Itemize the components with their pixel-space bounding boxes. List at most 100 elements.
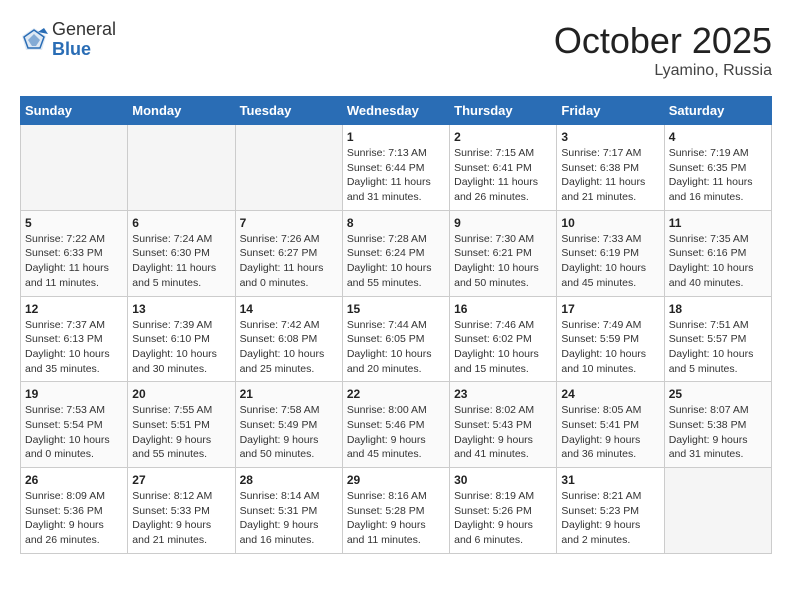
day-info: Sunrise: 7:30 AM Sunset: 6:21 PM Dayligh… <box>454 232 552 291</box>
calendar-cell: 19 Sunrise: 7:53 AM Sunset: 5:54 PM Dayli… <box>21 382 128 468</box>
day-number: 21 <box>240 387 338 401</box>
day-info: Sunrise: 7:15 AM Sunset: 6:41 PM Dayligh… <box>454 146 552 205</box>
day-info: Sunrise: 8:02 AM Sunset: 5:43 PM Dayligh… <box>454 403 552 462</box>
weekday-header: Friday <box>557 97 664 125</box>
calendar-cell: 23 Sunrise: 8:02 AM Sunset: 5:43 PM Dayli… <box>450 382 557 468</box>
calendar-cell: 2Sunrise: 7:15 AM Sunset: 6:41 PM Daylig… <box>450 125 557 211</box>
day-info: Sunrise: 8:19 AM Sunset: 5:26 PM Dayligh… <box>454 489 552 548</box>
logo: General Blue <box>20 20 116 60</box>
day-info: Sunrise: 8:16 AM Sunset: 5:28 PM Dayligh… <box>347 489 445 548</box>
page-header: General Blue October 2025 Lyamino, Russi… <box>20 20 772 80</box>
calendar-cell: 15 Sunrise: 7:44 AM Sunset: 6:05 PM Dayli… <box>342 296 449 382</box>
day-number: 29 <box>347 473 445 487</box>
calendar-cell: 30Sunrise: 8:19 AM Sunset: 5:26 PM Dayli… <box>450 468 557 554</box>
day-number: 23 <box>454 387 552 401</box>
day-info: Sunrise: 8:00 AM Sunset: 5:46 PM Dayligh… <box>347 403 445 462</box>
day-info: Sunrise: 8:09 AM Sunset: 5:36 PM Dayligh… <box>25 489 123 548</box>
calendar-cell: 13Sunrise: 7:39 AM Sunset: 6:10 PM Dayli… <box>128 296 235 382</box>
day-info: Sunrise: 7:44 AM Sunset: 6:05 PM Dayligh… <box>347 318 445 377</box>
calendar-cell: 18Sunrise: 7:51 AM Sunset: 5:57 PM Dayli… <box>664 296 771 382</box>
day-number: 31 <box>561 473 659 487</box>
day-info: Sunrise: 7:42 AM Sunset: 6:08 PM Dayligh… <box>240 318 338 377</box>
calendar-cell: 31 Sunrise: 8:21 AM Sunset: 5:23 PM Dayli… <box>557 468 664 554</box>
calendar-cell: 8Sunrise: 7:28 AM Sunset: 6:24 PM Daylig… <box>342 210 449 296</box>
day-info: Sunrise: 8:05 AM Sunset: 5:41 PM Dayligh… <box>561 403 659 462</box>
day-number: 3 <box>561 130 659 144</box>
calendar-week-row: 26 Sunrise: 8:09 AM Sunset: 5:36 PM Dayli… <box>21 468 772 554</box>
day-info: Sunrise: 7:17 AM Sunset: 6:38 PM Dayligh… <box>561 146 659 205</box>
calendar-cell: 20Sunrise: 7:55 AM Sunset: 5:51 PM Dayli… <box>128 382 235 468</box>
calendar-cell: 11 Sunrise: 7:35 AM Sunset: 6:16 PM Dayli… <box>664 210 771 296</box>
day-info: Sunrise: 7:24 AM Sunset: 6:30 PM Dayligh… <box>132 232 230 291</box>
day-info: Sunrise: 7:22 AM Sunset: 6:33 PM Dayligh… <box>25 232 123 291</box>
calendar-cell: 6 Sunrise: 7:24 AM Sunset: 6:30 PM Daylig… <box>128 210 235 296</box>
calendar-cell <box>128 125 235 211</box>
day-number: 7 <box>240 216 338 230</box>
day-number: 24 <box>561 387 659 401</box>
day-number: 12 <box>25 302 123 316</box>
day-info: Sunrise: 7:35 AM Sunset: 6:16 PM Dayligh… <box>669 232 767 291</box>
day-info: Sunrise: 7:46 AM Sunset: 6:02 PM Dayligh… <box>454 318 552 377</box>
day-number: 1 <box>347 130 445 144</box>
day-info: Sunrise: 7:13 AM Sunset: 6:44 PM Dayligh… <box>347 146 445 205</box>
day-number: 6 <box>132 216 230 230</box>
day-number: 17 <box>561 302 659 316</box>
logo-general-text: General <box>52 20 116 40</box>
calendar-cell: 26 Sunrise: 8:09 AM Sunset: 5:36 PM Dayli… <box>21 468 128 554</box>
day-info: Sunrise: 8:14 AM Sunset: 5:31 PM Dayligh… <box>240 489 338 548</box>
weekday-header: Sunday <box>21 97 128 125</box>
logo-icon <box>20 26 48 54</box>
day-info: Sunrise: 7:53 AM Sunset: 5:54 PM Dayligh… <box>25 403 123 462</box>
day-info: Sunrise: 7:49 AM Sunset: 5:59 PM Dayligh… <box>561 318 659 377</box>
calendar-week-row: 12Sunrise: 7:37 AM Sunset: 6:13 PM Dayli… <box>21 296 772 382</box>
calendar-cell: 12Sunrise: 7:37 AM Sunset: 6:13 PM Dayli… <box>21 296 128 382</box>
calendar-table: SundayMondayTuesdayWednesdayThursdayFrid… <box>20 96 772 554</box>
calendar-cell: 9 Sunrise: 7:30 AM Sunset: 6:21 PM Daylig… <box>450 210 557 296</box>
calendar-week-row: 5 Sunrise: 7:22 AM Sunset: 6:33 PM Daylig… <box>21 210 772 296</box>
calendar-cell: 21Sunrise: 7:58 AM Sunset: 5:49 PM Dayli… <box>235 382 342 468</box>
weekday-header: Tuesday <box>235 97 342 125</box>
calendar-cell: 16 Sunrise: 7:46 AM Sunset: 6:02 PM Dayli… <box>450 296 557 382</box>
logo-text: General Blue <box>52 20 116 60</box>
day-number: 19 <box>25 387 123 401</box>
day-info: Sunrise: 7:19 AM Sunset: 6:35 PM Dayligh… <box>669 146 767 205</box>
day-number: 27 <box>132 473 230 487</box>
day-info: Sunrise: 8:07 AM Sunset: 5:38 PM Dayligh… <box>669 403 767 462</box>
calendar-cell: 10Sunrise: 7:33 AM Sunset: 6:19 PM Dayli… <box>557 210 664 296</box>
calendar-cell: 7 Sunrise: 7:26 AM Sunset: 6:27 PM Daylig… <box>235 210 342 296</box>
logo-blue-text: Blue <box>52 40 116 60</box>
calendar-cell <box>21 125 128 211</box>
title-block: October 2025 Lyamino, Russia <box>554 20 772 80</box>
day-info: Sunrise: 8:12 AM Sunset: 5:33 PM Dayligh… <box>132 489 230 548</box>
day-number: 4 <box>669 130 767 144</box>
calendar-cell: 22Sunrise: 8:00 AM Sunset: 5:46 PM Dayli… <box>342 382 449 468</box>
calendar-cell: 27 Sunrise: 8:12 AM Sunset: 5:33 PM Dayli… <box>128 468 235 554</box>
calendar-cell: 4 Sunrise: 7:19 AM Sunset: 6:35 PM Daylig… <box>664 125 771 211</box>
calendar-cell: 17 Sunrise: 7:49 AM Sunset: 5:59 PM Dayli… <box>557 296 664 382</box>
weekday-header: Monday <box>128 97 235 125</box>
day-number: 15 <box>347 302 445 316</box>
day-number: 14 <box>240 302 338 316</box>
month-title: October 2025 <box>554 20 772 62</box>
day-info: Sunrise: 7:26 AM Sunset: 6:27 PM Dayligh… <box>240 232 338 291</box>
calendar-cell: 3 Sunrise: 7:17 AM Sunset: 6:38 PM Daylig… <box>557 125 664 211</box>
day-number: 18 <box>669 302 767 316</box>
calendar-cell: 24 Sunrise: 8:05 AM Sunset: 5:41 PM Dayli… <box>557 382 664 468</box>
day-info: Sunrise: 8:21 AM Sunset: 5:23 PM Dayligh… <box>561 489 659 548</box>
day-number: 5 <box>25 216 123 230</box>
weekday-header: Thursday <box>450 97 557 125</box>
calendar-cell: 28Sunrise: 8:14 AM Sunset: 5:31 PM Dayli… <box>235 468 342 554</box>
calendar-week-row: 19 Sunrise: 7:53 AM Sunset: 5:54 PM Dayli… <box>21 382 772 468</box>
day-number: 25 <box>669 387 767 401</box>
day-number: 26 <box>25 473 123 487</box>
calendar-cell: 14 Sunrise: 7:42 AM Sunset: 6:08 PM Dayli… <box>235 296 342 382</box>
day-number: 20 <box>132 387 230 401</box>
location: Lyamino, Russia <box>554 62 772 80</box>
weekday-header: Saturday <box>664 97 771 125</box>
day-number: 16 <box>454 302 552 316</box>
calendar-cell: 29 Sunrise: 8:16 AM Sunset: 5:28 PM Dayli… <box>342 468 449 554</box>
weekday-header: Wednesday <box>342 97 449 125</box>
day-number: 10 <box>561 216 659 230</box>
day-number: 9 <box>454 216 552 230</box>
day-number: 11 <box>669 216 767 230</box>
